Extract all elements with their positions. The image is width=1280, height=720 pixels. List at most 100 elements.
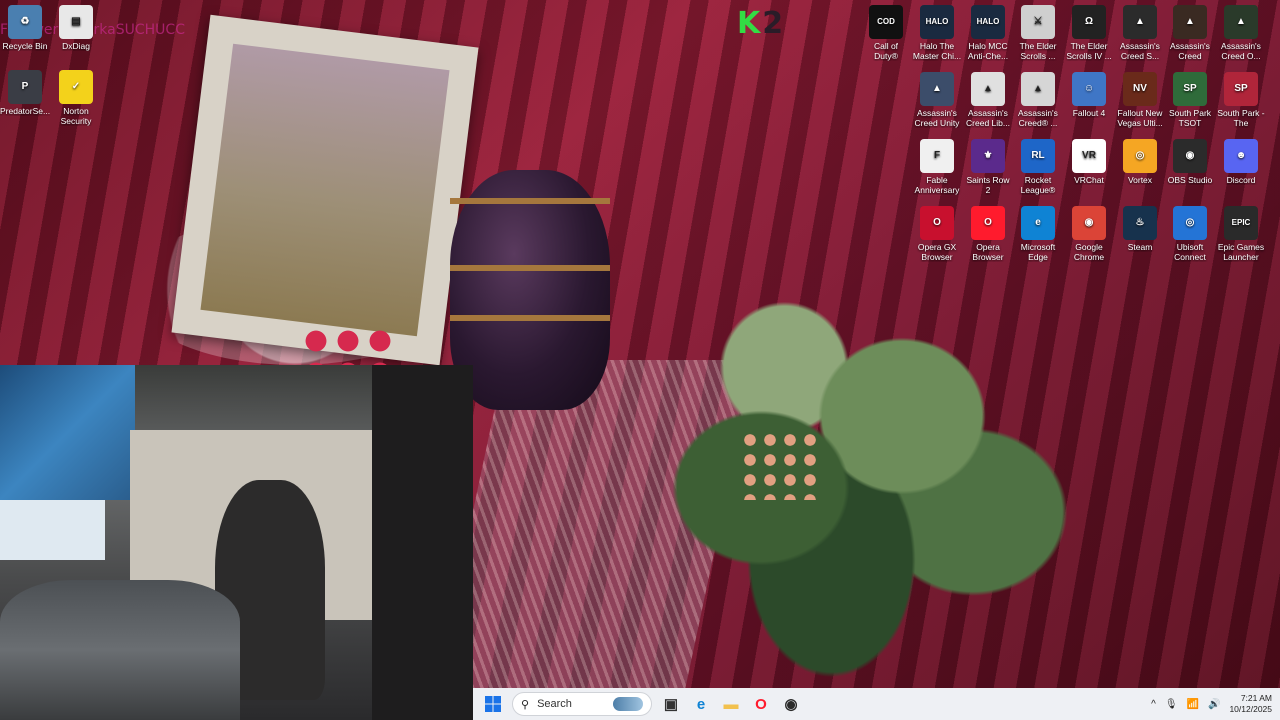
- desktop-shortcut-label: Halo MCC Anti-Che...: [967, 41, 1009, 61]
- desktop-shortcut-label: PredatorSe...: [0, 106, 50, 116]
- desktop-shortcut-opera[interactable]: O Opera Browser: [963, 206, 1013, 262]
- desktop-shortcut-south-park-fractured[interactable]: SPSouth Park - The Fractur...: [1216, 72, 1266, 128]
- obs-taskbar-icon[interactable]: ◉: [777, 690, 805, 718]
- desktop-shortcut-edge[interactable]: e Microsoft Edge: [1013, 206, 1063, 262]
- opera-taskbar-icon[interactable]: O: [747, 690, 775, 718]
- desktop-shortcut-south-park-tsot[interactable]: SP South Park TSOT: [1165, 72, 1215, 128]
- opera-gx-icon: O: [920, 206, 954, 240]
- search-highlight-image: [613, 697, 643, 711]
- oblivion-icon: Ω: [1072, 5, 1106, 39]
- assassins-creed-mirage-icon: ▲: [1173, 5, 1207, 39]
- system-tray: ^ 🎙 📶 🔊 7:21 AM 10/12/2025: [1151, 688, 1272, 720]
- desktop-shortcut-obs[interactable]: ◉ OBS Studio: [1165, 139, 1215, 185]
- rocket-league-icon: RL: [1021, 139, 1055, 173]
- desktop-shortcut-discord[interactable]: ☻ Discord: [1216, 139, 1266, 185]
- desktop-shortcut-assassins-creed[interactable]: ▲ Assassin's Creed S...: [1115, 5, 1165, 61]
- desktop-shortcut-label: Google Chrome: [1073, 242, 1105, 262]
- desktop-shortcut-call-of-duty[interactable]: COD Call of Duty®: [861, 5, 911, 61]
- task-view-icon[interactable]: ▣: [657, 690, 685, 718]
- wallpaper-urn: [450, 170, 610, 410]
- desktop-shortcut-assassins-creed-liberation[interactable]: ▲ Assassin's Creed Lib...: [963, 72, 1013, 128]
- desktop-shortcut-halo-mcc[interactable]: HALO Halo The Master Chi...: [912, 5, 962, 61]
- file-explorer-icon[interactable]: ▬: [717, 690, 745, 718]
- desktop-shortcut-assassins-creed-3[interactable]: ▲ Assassin's Creed® ...: [1013, 72, 1063, 128]
- assassins-creed-unity-icon: ▲: [920, 72, 954, 106]
- desktop-shortcut-halo-anticheat[interactable]: HALO Halo MCC Anti-Che...: [963, 5, 1013, 61]
- desktop-shortcut-assassins-creed-unity[interactable]: ▲ Assassin's Creed Unity: [912, 72, 962, 128]
- desktop-shortcut-oblivion[interactable]: Ω The Elder Scrolls IV ...: [1064, 5, 1114, 61]
- document-icon: ▤: [59, 5, 93, 39]
- desktop-shortcut-label: Ubisoft Connect: [1174, 242, 1206, 262]
- desktop-shortcut-rocket-league[interactable]: RL Rocket League®: [1013, 139, 1063, 195]
- desktop-shortcut-label: Opera Browser: [972, 242, 1004, 262]
- wallpaper-flowers: [740, 430, 820, 500]
- desktop-shortcut-saints-row[interactable]: ⚜ Saints Row 2: [963, 139, 1013, 195]
- wifi-icon[interactable]: 📶: [1187, 699, 1199, 710]
- desktop-shortcut-opera-gx[interactable]: O Opera GX Browser: [912, 206, 962, 262]
- vortex-icon: ◎: [1123, 139, 1157, 173]
- recycle-bin-icon: ♻: [8, 5, 42, 39]
- desktop-shortcut-chrome[interactable]: ◉ Google Chrome: [1064, 206, 1114, 262]
- desktop-shortcut-document[interactable]: ▤ DxDiag: [51, 5, 101, 51]
- desktop-shortcut-elder-scrolls[interactable]: ⚔ The Elder Scrolls ...: [1013, 5, 1063, 61]
- edge-taskbar-icon[interactable]: e: [687, 690, 715, 718]
- desktop-shortcut-label: Fallout 4: [1072, 108, 1106, 118]
- wallpaper-plant: [620, 200, 1090, 680]
- edge-icon: e: [1021, 206, 1055, 240]
- desktop-shortcut-label: Assassin's Creed S...: [1120, 41, 1160, 61]
- desktop-shortcut-ubisoft[interactable]: ◎ Ubisoft Connect: [1165, 206, 1215, 262]
- desktop-shortcut-label: Norton Security Ultra: [60, 106, 92, 126]
- assassins-creed-3-icon: ▲: [1021, 72, 1055, 106]
- south-park-tsot-icon: SP: [1173, 72, 1207, 106]
- clock[interactable]: 7:21 AM 10/12/2025: [1229, 693, 1272, 715]
- desktop-shortcut-label: The Elder Scrolls IV ...: [1066, 41, 1112, 61]
- chevron-up-icon[interactable]: ^: [1151, 699, 1156, 710]
- desktop-shortcut-vrchat[interactable]: VR VRChat: [1064, 139, 1114, 185]
- assassins-creed-liberation-icon: ▲: [971, 72, 1005, 106]
- assassins-creed-odyssey-icon: ▲: [1224, 5, 1258, 39]
- desktop-shortcut-label: Opera GX Browser: [917, 242, 957, 262]
- fable-icon: F: [920, 139, 954, 173]
- desktop-shortcut-label: VRChat: [1074, 175, 1104, 185]
- desktop-shortcut-label: Assassin's Creed Lib...: [966, 108, 1010, 128]
- desktop-shortcut-label: Steam: [1127, 242, 1153, 252]
- search-icon: ⚲: [521, 698, 530, 711]
- desktop-shortcut-label: Epic Games Launcher: [1217, 242, 1265, 262]
- wallpaper-lace-runner: [434, 360, 756, 690]
- obs-icon: ◉: [1173, 139, 1207, 173]
- wallpaper-photo-frame: [171, 14, 479, 366]
- halo-mcc-icon: HALO: [920, 5, 954, 39]
- desktop-shortcut-fable[interactable]: F Fable Anniversary: [912, 139, 962, 195]
- desktop-shortcut-assassins-creed-odyssey[interactable]: ▲ Assassin's Creed O...: [1216, 5, 1266, 61]
- desktop-shortcut-steam[interactable]: ♨ Steam: [1115, 206, 1165, 252]
- desktop-shortcut-vortex[interactable]: ◎ Vortex: [1115, 139, 1165, 185]
- windows-start-icon[interactable]: [479, 690, 507, 718]
- taskbar: ⚲ Search ▣ e ▬ O ◉ ^ 🎙 📶 🔊 7:21 AM 10/12/202…: [473, 688, 1280, 720]
- desktop-shortcut-fallout-new-vegas[interactable]: NV Fallout New Vegas Ulti...: [1115, 72, 1165, 128]
- taskbar-search-box[interactable]: ⚲ Search: [512, 692, 652, 716]
- desktop-shortcut-label: South Park - The Fractur...: [1217, 108, 1265, 128]
- microphone-icon[interactable]: 🎙: [1165, 699, 1178, 710]
- desktop-shortcut-label: Recycle Bin: [2, 41, 48, 51]
- desktop-shortcut-assassins-creed-mirage[interactable]: ▲Assassin's Creed Mirage: [1165, 5, 1215, 61]
- desktop-shortcut-recycle-bin[interactable]: ♻ Recycle Bin: [0, 5, 50, 51]
- webcam-window-curtain: [0, 365, 135, 500]
- norton-icon: ✓: [59, 70, 93, 104]
- assassins-creed-icon: ▲: [1123, 5, 1157, 39]
- desktop-shortcut-label: DxDiag: [62, 41, 90, 51]
- desktop-shortcut-label: Assassin's Creed Mirage: [1170, 41, 1210, 61]
- call-of-duty-icon: COD: [869, 5, 903, 39]
- halo-anticheat-icon: HALO: [971, 5, 1005, 39]
- desktop-shortcut-fallout-4[interactable]: ☺ Fallout 4: [1064, 72, 1114, 118]
- desktop-shortcut-norton[interactable]: ✓Norton Security Ultra: [51, 70, 101, 126]
- discord-icon: ☻: [1224, 139, 1258, 173]
- desktop-shortcut-label: Discord: [1226, 175, 1256, 185]
- ubisoft-icon: ◎: [1173, 206, 1207, 240]
- k2-overlay-logo: K2: [737, 6, 786, 41]
- desktop-shortcut-label: Assassin's Creed® ...: [1018, 108, 1058, 128]
- volume-icon[interactable]: 🔊: [1208, 699, 1220, 710]
- elder-scrolls-icon: ⚔: [1021, 5, 1055, 39]
- desktop-shortcut-epic-games[interactable]: EPIC Epic Games Launcher: [1216, 206, 1266, 262]
- desktop-shortcut-predator[interactable]: P PredatorSe...: [0, 70, 50, 116]
- desktop-shortcut-label: OBS Studio: [1167, 175, 1213, 185]
